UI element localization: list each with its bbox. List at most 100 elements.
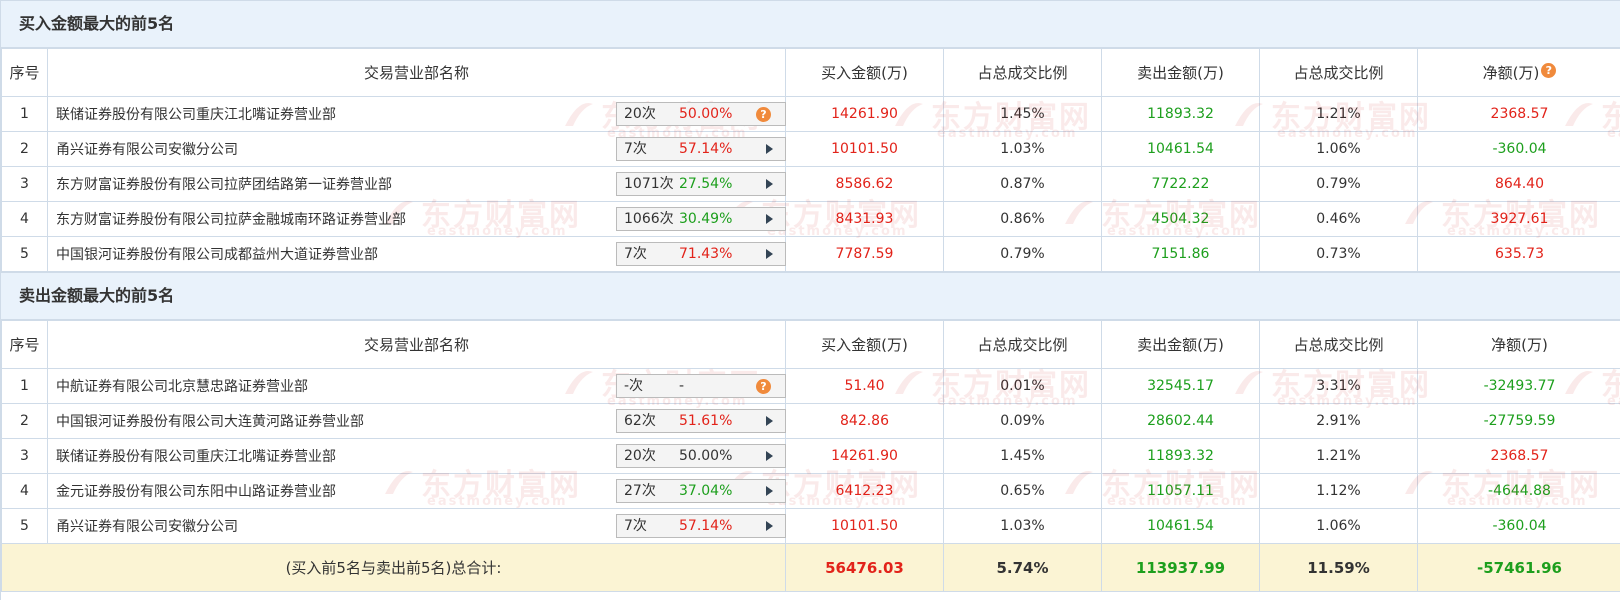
row-index: 4 (1, 201, 48, 237)
sell-ratio: 3.31% (1259, 368, 1418, 404)
branch-name-link[interactable]: 中国银河证券股份有限公司大连黄河路证券营业部 (56, 411, 364, 431)
branch-stats-box[interactable]: 7次 71.43% (616, 242, 786, 266)
row-index: 5 (1, 508, 48, 544)
branch-cell: 甬兴证券有限公司安徽分公司 7次 57.14% (47, 131, 786, 167)
branch-cell: 联储证券股份有限公司重庆江北嘴证券营业部 20次 50.00%? (47, 96, 786, 132)
buy-amount: 10101.50 (785, 508, 944, 544)
header-buy-amount: 买入金额(万) (785, 320, 944, 369)
sell-amount: 11893.32 (1101, 96, 1260, 132)
header-buy-ratio: 占总成交比例 (943, 320, 1102, 369)
sell-amount: 7722.22 (1101, 166, 1260, 202)
branch-name-link[interactable]: 中国银河证券股份有限公司成都益州大道证券营业部 (56, 244, 378, 264)
branch-stats-box[interactable]: 20次 50.00%? (616, 102, 786, 126)
buy-table: 序号 交易营业部名称 买入金额(万) 占总成交比例 卖出金额(万) 占总成交比例… (1, 48, 1620, 272)
branch-cell: 中国银河证券股份有限公司大连黄河路证券营业部 62次 51.61% (47, 403, 786, 439)
row-index: 2 (1, 131, 48, 167)
sell-amount: 10461.54 (1101, 508, 1260, 544)
row-index: 3 (1, 166, 48, 202)
branch-stats-box[interactable]: 7次 57.14% (616, 137, 786, 161)
table-row: 2 甬兴证券有限公司安徽分公司 7次 57.14% 10101.50 1.03% 10461… (1, 131, 1620, 167)
branch-cell: 东方财富证券股份有限公司拉萨金融城南环路证券营业部 1066次 30.49% (47, 201, 786, 237)
header-sell-ratio: 占总成交比例 (1259, 320, 1418, 369)
sell-section-title: 卖出金额最大的前5名 (1, 272, 1620, 320)
buy-amount: 51.40 (785, 368, 944, 404)
header-index: 序号 (1, 320, 48, 369)
trade-count: 7次 (624, 246, 647, 262)
lhb-panel: 东方财富网eastmoney.com东方财富网eastmoney.com东方财富… (0, 0, 1620, 600)
play-arrow-icon[interactable] (766, 451, 773, 461)
play-arrow-icon[interactable] (766, 416, 773, 426)
net-amount: -27759.59 (1417, 403, 1620, 439)
play-arrow-icon[interactable] (766, 144, 773, 154)
branch-name-link[interactable]: 联储证券股份有限公司重庆江北嘴证券营业部 (56, 446, 336, 466)
branch-stats-box[interactable]: 1071次 27.54% (616, 172, 786, 196)
play-arrow-icon[interactable] (766, 486, 773, 496)
win-rate: 50.00% (679, 106, 733, 122)
header-net-label: 净额(万) (1482, 64, 1540, 82)
sell-ratio: 0.46% (1259, 201, 1418, 237)
sell-amount: 11057.11 (1101, 473, 1260, 509)
header-net: 净额(万) (1417, 320, 1620, 369)
total-net: -57461.96 (1417, 543, 1620, 592)
branch-name-link[interactable]: 甬兴证券有限公司安徽分公司 (56, 516, 238, 536)
buy-amount: 842.86 (785, 403, 944, 439)
header-buy-ratio: 占总成交比例 (943, 48, 1102, 97)
win-rate: 57.14% (679, 518, 733, 534)
buy-ratio: 0.09% (943, 403, 1102, 439)
buy-ratio: 0.86% (943, 201, 1102, 237)
header-name: 交易营业部名称 (47, 48, 786, 97)
branch-name-link[interactable]: 联储证券股份有限公司重庆江北嘴证券营业部 (56, 104, 336, 124)
sell-ratio: 0.79% (1259, 166, 1418, 202)
net-amount: -360.04 (1417, 508, 1620, 544)
play-arrow-icon[interactable] (766, 521, 773, 531)
play-arrow-icon[interactable] (766, 249, 773, 259)
branch-stats-box[interactable]: 7次 57.14% (616, 514, 786, 538)
buy-ratio: 1.45% (943, 96, 1102, 132)
sell-ratio: 2.91% (1259, 403, 1418, 439)
play-arrow-icon[interactable] (766, 179, 773, 189)
header-index: 序号 (1, 48, 48, 97)
total-sell-ratio: 11.59% (1259, 543, 1418, 592)
branch-stats-box[interactable]: 27次 37.04% (616, 479, 786, 503)
win-rate: - (679, 378, 685, 394)
table-row: 1 中航证券有限公司北京慧忠路证券营业部 -次 -? 51.40 0.01% 32545.1… (1, 368, 1620, 404)
sell-amount: 7151.86 (1101, 236, 1260, 272)
table-row: 3 东方财富证券股份有限公司拉萨团结路第一证券营业部 1071次 27.54% 8586… (1, 166, 1620, 202)
sell-table: 序号 交易营业部名称 买入金额(万) 占总成交比例 卖出金额(万) 占总成交比例… (1, 320, 1620, 592)
buy-amount: 14261.90 (785, 438, 944, 474)
branch-stats-box[interactable]: 62次 51.61% (616, 409, 786, 433)
row-index: 1 (1, 96, 48, 132)
help-question-icon[interactable]: ? (756, 379, 771, 394)
buy-ratio: 0.01% (943, 368, 1102, 404)
play-arrow-icon[interactable] (766, 214, 773, 224)
table-row: 3 联储证券股份有限公司重庆江北嘴证券营业部 20次 50.00% 14261.90 1.… (1, 438, 1620, 474)
help-question-icon[interactable]: ? (756, 107, 771, 122)
sell-amount: 10461.54 (1101, 131, 1260, 167)
branch-cell: 东方财富证券股份有限公司拉萨团结路第一证券营业部 1071次 27.54% (47, 166, 786, 202)
buy-amount: 14261.90 (785, 96, 944, 132)
branch-stats-box[interactable]: 20次 50.00% (616, 444, 786, 468)
sell-amount: 4504.32 (1101, 201, 1260, 237)
branch-cell: 中国银河证券股份有限公司成都益州大道证券营业部 7次 71.43% (47, 236, 786, 272)
branch-cell: 联储证券股份有限公司重庆江北嘴证券营业部 20次 50.00% (47, 438, 786, 474)
branch-name-link[interactable]: 东方财富证券股份有限公司拉萨金融城南环路证券营业部 (56, 209, 406, 229)
buy-table-header: 序号 交易营业部名称 买入金额(万) 占总成交比例 卖出金额(万) 占总成交比例… (1, 48, 1620, 97)
trade-count: -次 (624, 378, 644, 394)
win-rate: 37.04% (679, 483, 733, 499)
net-amount: 2368.57 (1417, 438, 1620, 474)
branch-stats-box[interactable]: 1066次 30.49% (616, 207, 786, 231)
header-sell-amount: 卖出金额(万) (1101, 48, 1260, 97)
branch-stats-box[interactable]: -次 -? (616, 374, 786, 398)
branch-name-link[interactable]: 金元证券股份有限公司东阳中山路证券营业部 (56, 481, 336, 501)
sell-ratio: 1.21% (1259, 96, 1418, 132)
buy-amount: 8431.93 (785, 201, 944, 237)
row-index: 1 (1, 368, 48, 404)
sell-amount: 11893.32 (1101, 438, 1260, 474)
help-question-icon[interactable]: ? (1541, 63, 1557, 78)
branch-name-link[interactable]: 东方财富证券股份有限公司拉萨团结路第一证券营业部 (56, 174, 392, 194)
branch-name-link[interactable]: 中航证券有限公司北京慧忠路证券营业部 (56, 376, 308, 396)
net-amount: 864.40 (1417, 166, 1620, 202)
table-row: 5 甬兴证券有限公司安徽分公司 7次 57.14% 10101.50 1.03% 10461… (1, 508, 1620, 544)
branch-name-link[interactable]: 甬兴证券有限公司安徽分公司 (56, 139, 238, 159)
trade-count: 62次 (624, 413, 656, 429)
